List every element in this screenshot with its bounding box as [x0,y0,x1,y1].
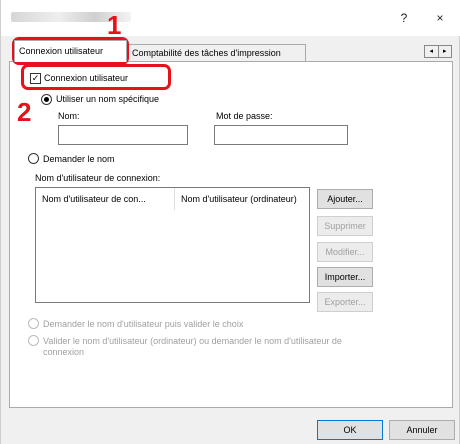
export-button[interactable]: Exporter... [317,292,373,312]
dialog-window: ? × Connexion utilisateur Comptabilité d… [0,0,460,444]
radio-ask-validate-label: Demander le nom d'utilisateur puis valid… [43,319,244,329]
radio-ask-name-label: Demander le nom [43,154,115,164]
tab-label: Connexion utilisateur [19,46,104,56]
tab-connexion-utilisateur[interactable]: Connexion utilisateur [14,40,127,62]
radio-specific-name[interactable] [41,94,52,105]
scroll-right-icon[interactable]: ▸ [439,46,452,57]
close-button[interactable]: × [425,6,455,30]
radio-validate-pc-label: Valider le nom d'utilisateur (ordinateur… [43,336,342,346]
login-user-list[interactable]: Nom d'utilisateur de con... Nom d'utilis… [35,187,310,303]
callout-number-2: 2 [17,97,32,127]
radio-ask-validate[interactable] [28,318,39,329]
radio-ask-name[interactable] [28,153,39,164]
callout-box-checkbox [21,64,171,90]
title-bar: ? × [1,0,460,36]
name-label: Nom: [58,111,80,121]
column-header[interactable]: Nom d'utilisateur (ordinateur) [175,188,309,210]
radio-validate-pc[interactable] [28,335,39,346]
radio-specific-name-label: Utiliser un nom spécifique [56,94,160,104]
cancel-button[interactable]: Annuler [389,420,455,440]
callout-number-1: 1 [107,10,122,40]
tab-scroll: ◂ ▸ [424,45,452,58]
tab-comptabilite[interactable]: Comptabilité des tâches d'impression [127,44,306,62]
login-list-label: Nom d'utilisateur de connexion: [35,173,161,183]
password-label: Mot de passe: [216,111,273,121]
help-button[interactable]: ? [389,6,419,30]
modify-button[interactable]: Modifier... [317,242,373,262]
ok-button[interactable]: OK [317,420,383,440]
delete-button[interactable]: Supprimer [317,216,373,236]
radio-validate-pc-label-2: connexion [43,347,85,357]
name-input[interactable] [58,125,188,145]
scroll-left-icon[interactable]: ◂ [425,46,439,57]
tab-label: Comptabilité des tâches d'impression [132,48,281,58]
password-input[interactable] [214,125,348,145]
add-button[interactable]: Ajouter... [317,189,373,209]
import-button[interactable]: Importer... [317,267,373,287]
column-header[interactable]: Nom d'utilisateur de con... [36,188,174,210]
